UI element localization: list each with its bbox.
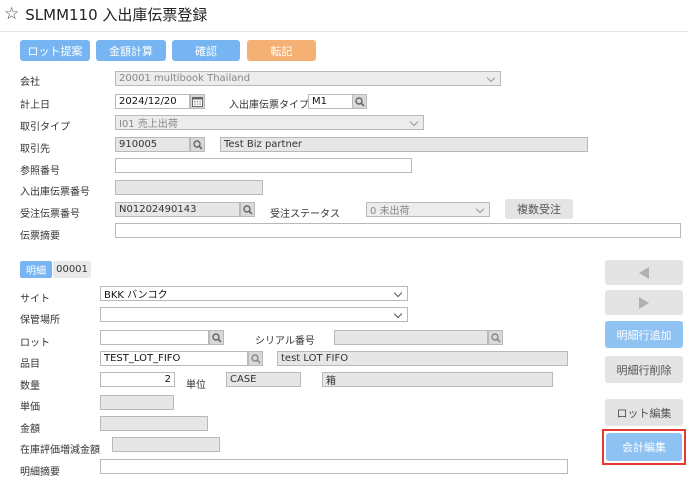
site-select[interactable]: BKK バンコク	[100, 286, 408, 301]
search-icon[interactable]	[240, 202, 255, 217]
calendar-icon[interactable]	[190, 94, 205, 109]
line-memo-input[interactable]	[100, 459, 568, 474]
lot-label: ロット	[20, 338, 50, 349]
slip-no-field	[115, 180, 263, 195]
slip-type-label: 入出庫伝票タイプ	[229, 100, 309, 111]
page-title: ☆ SLMM110 入出庫伝票登録	[4, 4, 207, 24]
inventory-change-label: 在庫評価増減金額	[20, 445, 100, 456]
unit-name-field: 箱	[322, 372, 553, 387]
lot-edit-button[interactable]: ロット編集	[605, 399, 683, 426]
amount-label: 金額	[20, 424, 40, 435]
posting-date-input[interactable]: 2024/12/20	[115, 94, 190, 109]
site-label: サイト	[20, 294, 50, 305]
unit-label: 単位	[186, 380, 206, 391]
order-no-label: 受注伝票番号	[20, 209, 80, 220]
reference-no-input[interactable]	[115, 158, 412, 173]
company-select: 20001 multibook Thailand	[115, 71, 501, 86]
unit-price-field	[100, 395, 174, 410]
order-status-label: 受注ステータス	[270, 209, 340, 220]
arrow-right-icon	[639, 296, 649, 309]
item-label: 品目	[20, 359, 40, 370]
company-label: 会社	[20, 77, 40, 88]
memo-label: 伝票摘要	[20, 231, 60, 242]
confirm-button[interactable]: 確認	[172, 40, 240, 61]
next-line-button[interactable]	[605, 290, 683, 315]
amount-calc-button[interactable]: 金額計算	[96, 40, 166, 61]
delete-line-button[interactable]: 明細行削除	[605, 356, 683, 383]
lot-input[interactable]	[100, 330, 209, 345]
reference-no-label: 参照番号	[20, 166, 60, 177]
search-icon[interactable]	[248, 351, 263, 366]
lot-propose-button[interactable]: ロット提案	[20, 40, 90, 61]
multi-order-button[interactable]: 複数受注	[505, 199, 573, 219]
header-divider	[0, 31, 688, 32]
partner-name-field: Test Biz partner	[220, 137, 588, 152]
unit-price-label: 単価	[20, 402, 40, 413]
prev-line-button[interactable]	[605, 260, 683, 285]
search-icon[interactable]	[190, 137, 205, 152]
account-edit-button[interactable]: 会計編集	[606, 433, 682, 461]
transaction-type-label: 取引タイプ	[20, 122, 70, 133]
add-line-button[interactable]: 明細行追加	[605, 321, 683, 348]
slip-type-input[interactable]: M1	[308, 94, 353, 109]
order-no-input[interactable]: N01202490143	[115, 202, 240, 217]
serial-label: シリアル番号	[255, 336, 315, 347]
search-icon[interactable]	[352, 94, 367, 109]
order-status-select: 0 未出荷	[366, 202, 490, 217]
item-name-field: test LOT FIFO	[277, 351, 568, 366]
item-code-input[interactable]: TEST_LOT_FIFO	[100, 351, 248, 366]
partner-label: 取引先	[20, 144, 50, 155]
arrow-left-icon	[639, 266, 649, 279]
quantity-label: 数量	[20, 381, 40, 392]
location-label: 保管場所	[20, 315, 60, 326]
line-memo-label: 明細摘要	[20, 467, 60, 478]
search-icon[interactable]	[209, 330, 224, 345]
location-select[interactable]	[100, 307, 408, 322]
slip-no-label: 入出庫伝票番号	[20, 187, 90, 198]
inventory-change-field	[112, 437, 220, 452]
memo-input[interactable]	[115, 223, 681, 238]
amount-field	[100, 416, 208, 431]
transaction-type-select: I01 売上出荷	[115, 115, 424, 130]
quantity-input[interactable]: 2	[100, 372, 175, 387]
posting-date-label: 計上日	[20, 100, 50, 111]
unit-code-field: CASE	[226, 372, 301, 387]
detail-tab[interactable]: 明細	[20, 261, 52, 278]
star-icon[interactable]: ☆	[4, 4, 19, 24]
detail-line-number[interactable]: 00001	[53, 261, 91, 278]
transfer-button[interactable]: 転記	[247, 40, 316, 61]
partner-code-input[interactable]: 910005	[115, 137, 190, 152]
search-icon[interactable]	[488, 330, 503, 345]
serial-input[interactable]	[334, 330, 488, 345]
page-title-text: SLMM110 入出庫伝票登録	[25, 5, 208, 24]
